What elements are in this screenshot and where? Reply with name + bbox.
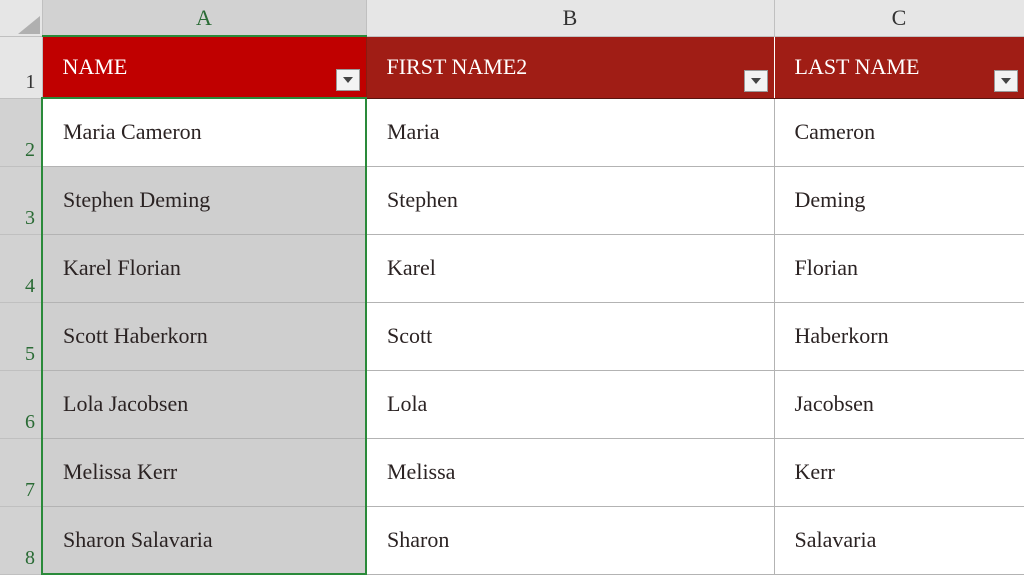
header-cell-first-name[interactable]: FIRST NAME2 <box>366 36 774 98</box>
header-cell-name[interactable]: NAME <box>42 36 366 98</box>
table-row: 2 Maria Cameron Maria Cameron <box>0 98 1024 166</box>
cell-A8[interactable]: Sharon Salavaria <box>42 506 366 574</box>
header-label: FIRST NAME2 <box>387 54 528 79</box>
column-header-B[interactable]: B <box>366 0 774 36</box>
cell-A5[interactable]: Scott Haberkorn <box>42 302 366 370</box>
chevron-down-icon <box>751 78 761 84</box>
row-header-4[interactable]: 4 <box>0 234 42 302</box>
cell-A2[interactable]: Maria Cameron <box>42 98 366 166</box>
row-header-5[interactable]: 5 <box>0 302 42 370</box>
cell-C3[interactable]: Deming <box>774 166 1024 234</box>
filter-button-first-name[interactable] <box>744 70 768 92</box>
cell-B6[interactable]: Lola <box>366 370 774 438</box>
cell-B2[interactable]: Maria <box>366 98 774 166</box>
table-header-row: 1 NAME FIRST NAME2 LAST NAME <box>0 36 1024 98</box>
cell-B5[interactable]: Scott <box>366 302 774 370</box>
cell-C5[interactable]: Haberkorn <box>774 302 1024 370</box>
cell-A4[interactable]: Karel Florian <box>42 234 366 302</box>
chevron-down-icon <box>1001 78 1011 84</box>
row-header-6[interactable]: 6 <box>0 370 42 438</box>
cell-B8[interactable]: Sharon <box>366 506 774 574</box>
spreadsheet: A B C 1 NAME FIRST NAME2 LAST NAME 2 Mar… <box>0 0 1024 578</box>
chevron-down-icon <box>343 77 353 83</box>
table-row: 3 Stephen Deming Stephen Deming <box>0 166 1024 234</box>
table-row: 5 Scott Haberkorn Scott Haberkorn <box>0 302 1024 370</box>
grid-table: A B C 1 NAME FIRST NAME2 LAST NAME 2 Mar… <box>0 0 1024 575</box>
column-header-row: A B C <box>0 0 1024 36</box>
row-header-7[interactable]: 7 <box>0 438 42 506</box>
column-header-A[interactable]: A <box>42 0 366 36</box>
row-header-8[interactable]: 8 <box>0 506 42 574</box>
cell-B4[interactable]: Karel <box>366 234 774 302</box>
select-all-icon <box>18 16 40 34</box>
header-cell-last-name[interactable]: LAST NAME <box>774 36 1024 98</box>
table-row: 4 Karel Florian Karel Florian <box>0 234 1024 302</box>
table-row: 8 Sharon Salavaria Sharon Salavaria <box>0 506 1024 574</box>
filter-button-name[interactable] <box>336 69 360 91</box>
cell-B7[interactable]: Melissa <box>366 438 774 506</box>
select-all-triangle[interactable] <box>0 0 42 36</box>
cell-A3[interactable]: Stephen Deming <box>42 166 366 234</box>
row-header-2[interactable]: 2 <box>0 98 42 166</box>
filter-button-last-name[interactable] <box>994 70 1018 92</box>
cell-C7[interactable]: Kerr <box>774 438 1024 506</box>
cell-C2[interactable]: Cameron <box>774 98 1024 166</box>
table-row: 7 Melissa Kerr Melissa Kerr <box>0 438 1024 506</box>
cell-A7[interactable]: Melissa Kerr <box>42 438 366 506</box>
row-header-1[interactable]: 1 <box>0 36 42 98</box>
column-header-C[interactable]: C <box>774 0 1024 36</box>
row-header-3[interactable]: 3 <box>0 166 42 234</box>
header-label: LAST NAME <box>795 54 920 79</box>
cell-C8[interactable]: Salavaria <box>774 506 1024 574</box>
header-label: NAME <box>63 54 128 79</box>
cell-C6[interactable]: Jacobsen <box>774 370 1024 438</box>
cell-B3[interactable]: Stephen <box>366 166 774 234</box>
cell-C4[interactable]: Florian <box>774 234 1024 302</box>
table-row: 6 Lola Jacobsen Lola Jacobsen <box>0 370 1024 438</box>
cell-A6[interactable]: Lola Jacobsen <box>42 370 366 438</box>
